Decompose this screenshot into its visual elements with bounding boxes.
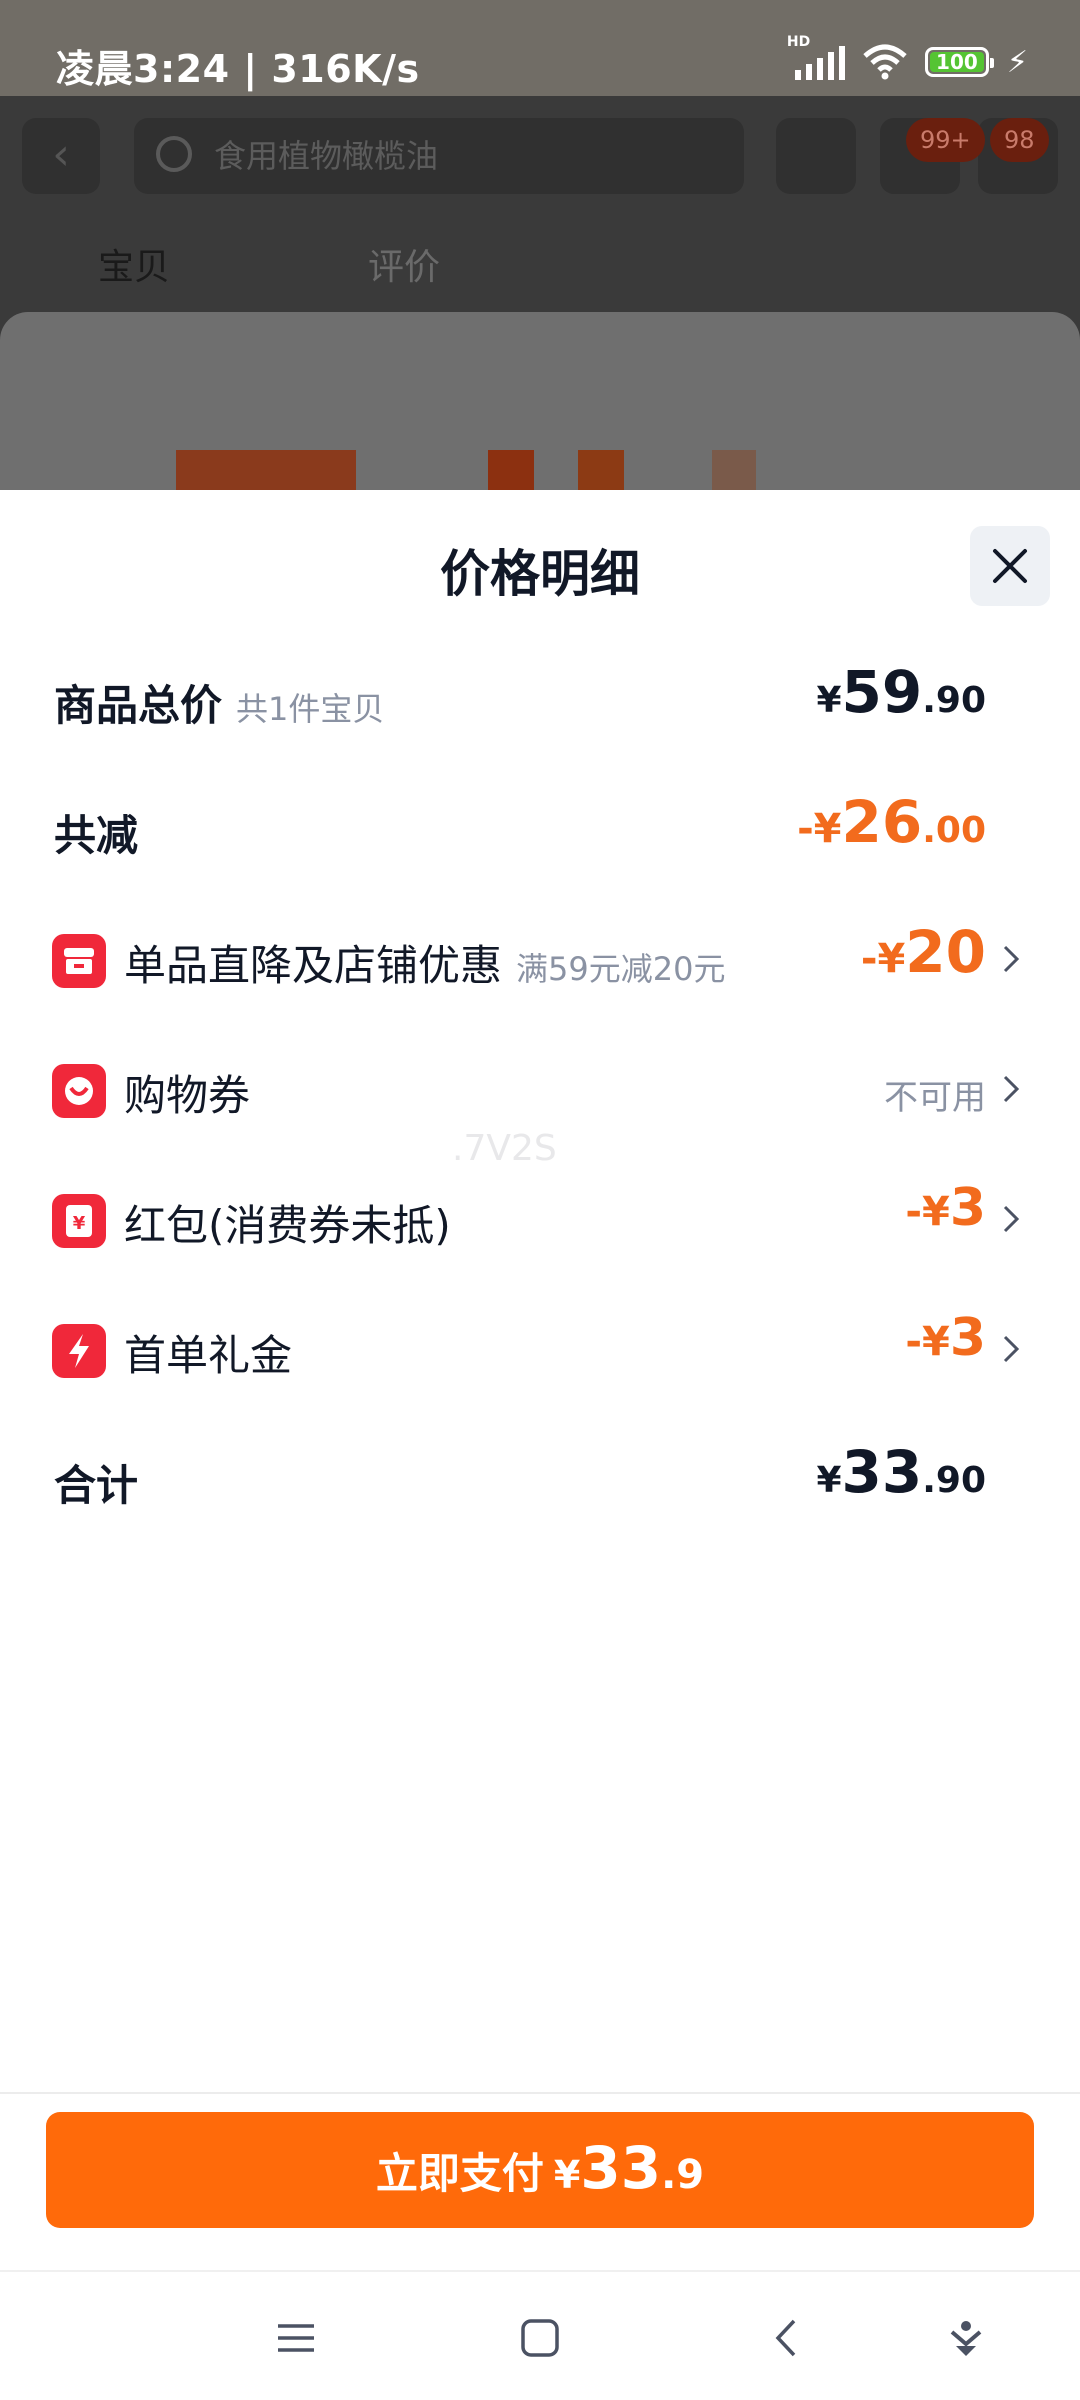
coupon-label: 购物券 xyxy=(124,1071,251,1120)
amount-decimal: .00 xyxy=(922,810,986,851)
search-placeholder: 食用植物橄榄油 xyxy=(214,137,439,175)
minus-currency: -¥ xyxy=(905,1319,950,1365)
watermark: .7V2S xyxy=(452,1128,557,1169)
chevron-right-icon xyxy=(1003,1335,1020,1363)
pay-now-button[interactable]: 立即支付 ¥ 33 .9 xyxy=(46,2112,1034,2228)
first-order-gift-amount: -¥3 xyxy=(905,1308,986,1368)
total-amount: ¥33.90 xyxy=(816,1438,986,1506)
assistant-icon[interactable] xyxy=(948,2318,984,2358)
store-discount-row[interactable]: 单品直降及店铺优惠 满59元减20元 -¥20 xyxy=(0,910,1080,1010)
divider xyxy=(0,2092,1080,2094)
bolt-icon xyxy=(52,1324,106,1378)
status-icons: HD 100 ⚡ xyxy=(787,34,1028,86)
total-reduction-label: 共减 xyxy=(54,811,139,860)
wifi-icon xyxy=(863,44,907,80)
charging-icon: ⚡ xyxy=(1006,44,1028,80)
minus-currency: -¥ xyxy=(905,1189,950,1235)
product-card-dimmed xyxy=(0,312,1080,490)
search-icon xyxy=(156,136,192,172)
currency-symbol: ¥ xyxy=(816,680,842,721)
amount-decimal: .90 xyxy=(922,1460,986,1501)
store-discount-amount: -¥20 xyxy=(861,918,986,986)
battery-level: 100 xyxy=(936,50,978,74)
first-order-gift-label: 首单礼金 xyxy=(124,1331,293,1380)
amount-integer: 33 xyxy=(841,1438,923,1506)
amount-integer: 20 xyxy=(905,918,986,986)
amount-integer: 3 xyxy=(949,1178,986,1238)
home-icon[interactable] xyxy=(520,2318,560,2358)
search-bar: 食用植物橄榄油 xyxy=(134,118,744,194)
network-type: HD xyxy=(786,34,811,50)
back-icon: ‹ xyxy=(22,118,100,194)
background-page-overlay[interactable]: ‹ 食用植物橄榄油 99+ 98 宝贝 评价 xyxy=(0,96,1080,490)
red-packet-icon: ¥ xyxy=(52,1194,106,1248)
pay-currency: ¥ xyxy=(553,2153,581,2197)
minus-currency: -¥ xyxy=(860,936,906,982)
chevron-right-icon xyxy=(1003,1075,1020,1103)
tab-reviews: 评价 xyxy=(368,247,441,288)
red-packet-amount: -¥3 xyxy=(905,1178,986,1238)
pay-amount-integer: 33 xyxy=(580,2134,662,2202)
red-packet-row[interactable]: ¥ 红包(消费券未抵) -¥3 xyxy=(0,1170,1080,1270)
back-nav-icon[interactable] xyxy=(772,2318,802,2358)
tab-baby: 宝贝 xyxy=(98,247,171,288)
pay-label: 立即支付 xyxy=(375,2149,544,2198)
screen: 凌晨3:24 | 316K/s HD 100 ⚡ ‹ 食用植物橄榄油 99+ 9… xyxy=(0,0,1080,2400)
chevron-right-icon xyxy=(1003,1205,1020,1233)
store-icon xyxy=(52,934,106,988)
coupon-row[interactable]: 购物券 不可用 xyxy=(0,1040,1080,1140)
share-icon xyxy=(776,118,856,194)
system-navigation-bar xyxy=(0,2270,1080,2400)
cart-badge: 99+ xyxy=(906,118,985,162)
discount-rule: 满59元减20元 xyxy=(516,950,726,988)
subtotal-label-text: 商品总价 xyxy=(54,681,223,730)
store-discount-label: 单品直降及店铺优惠 满59元减20元 xyxy=(124,932,725,993)
first-order-gift-row[interactable]: 首单礼金 -¥3 xyxy=(0,1300,1080,1400)
amount-decimal: .90 xyxy=(922,680,986,721)
amount-integer: 26 xyxy=(841,788,923,856)
status-bar: 凌晨3:24 | 316K/s HD 100 ⚡ xyxy=(0,0,1080,96)
status-time: 凌晨3:24 | 316K/s xyxy=(56,47,420,91)
sheet-title: 价格明细 xyxy=(440,545,640,603)
total-row: 合计 ¥33.90 xyxy=(0,1430,1080,1530)
chevron-right-icon xyxy=(1003,945,1020,973)
pay-amount-decimal: .9 xyxy=(661,2152,705,2198)
minus-currency: -¥ xyxy=(797,806,842,852)
close-icon xyxy=(993,549,1027,583)
store-discount-text: 单品直降及店铺优惠 xyxy=(124,941,503,990)
message-badge: 98 xyxy=(990,118,1049,162)
amount-integer: 3 xyxy=(949,1308,986,1368)
total-reduction-amount: -¥26.00 xyxy=(797,788,986,856)
subtotal-amount: ¥59.90 xyxy=(816,658,986,726)
total-reduction-row: 共减 -¥26.00 xyxy=(0,780,1080,880)
price-detail-sheet: 价格明细 商品总价 共1件宝贝 ¥59.90 共减 -¥26.00 单品直降及店… xyxy=(0,490,1080,2270)
signal-icon: HD xyxy=(787,34,845,80)
amount-integer: 59 xyxy=(841,658,923,726)
red-packet-label: 红包(消费券未抵) xyxy=(124,1201,451,1250)
total-label: 合计 xyxy=(54,1461,139,1510)
close-button[interactable] xyxy=(970,526,1050,606)
battery-icon: 100 xyxy=(924,47,994,77)
coupon-icon xyxy=(52,1064,106,1118)
subtotal-row: 商品总价 共1件宝贝 ¥59.90 xyxy=(0,650,1080,750)
currency-symbol: ¥ xyxy=(816,1460,842,1501)
subtotal-label: 商品总价 共1件宝贝 xyxy=(54,672,384,733)
menu-icon[interactable] xyxy=(276,2318,316,2358)
coupon-status: 不可用 xyxy=(884,1078,986,1118)
item-count: 共1件宝贝 xyxy=(236,690,385,728)
svg-text:¥: ¥ xyxy=(73,1213,86,1234)
